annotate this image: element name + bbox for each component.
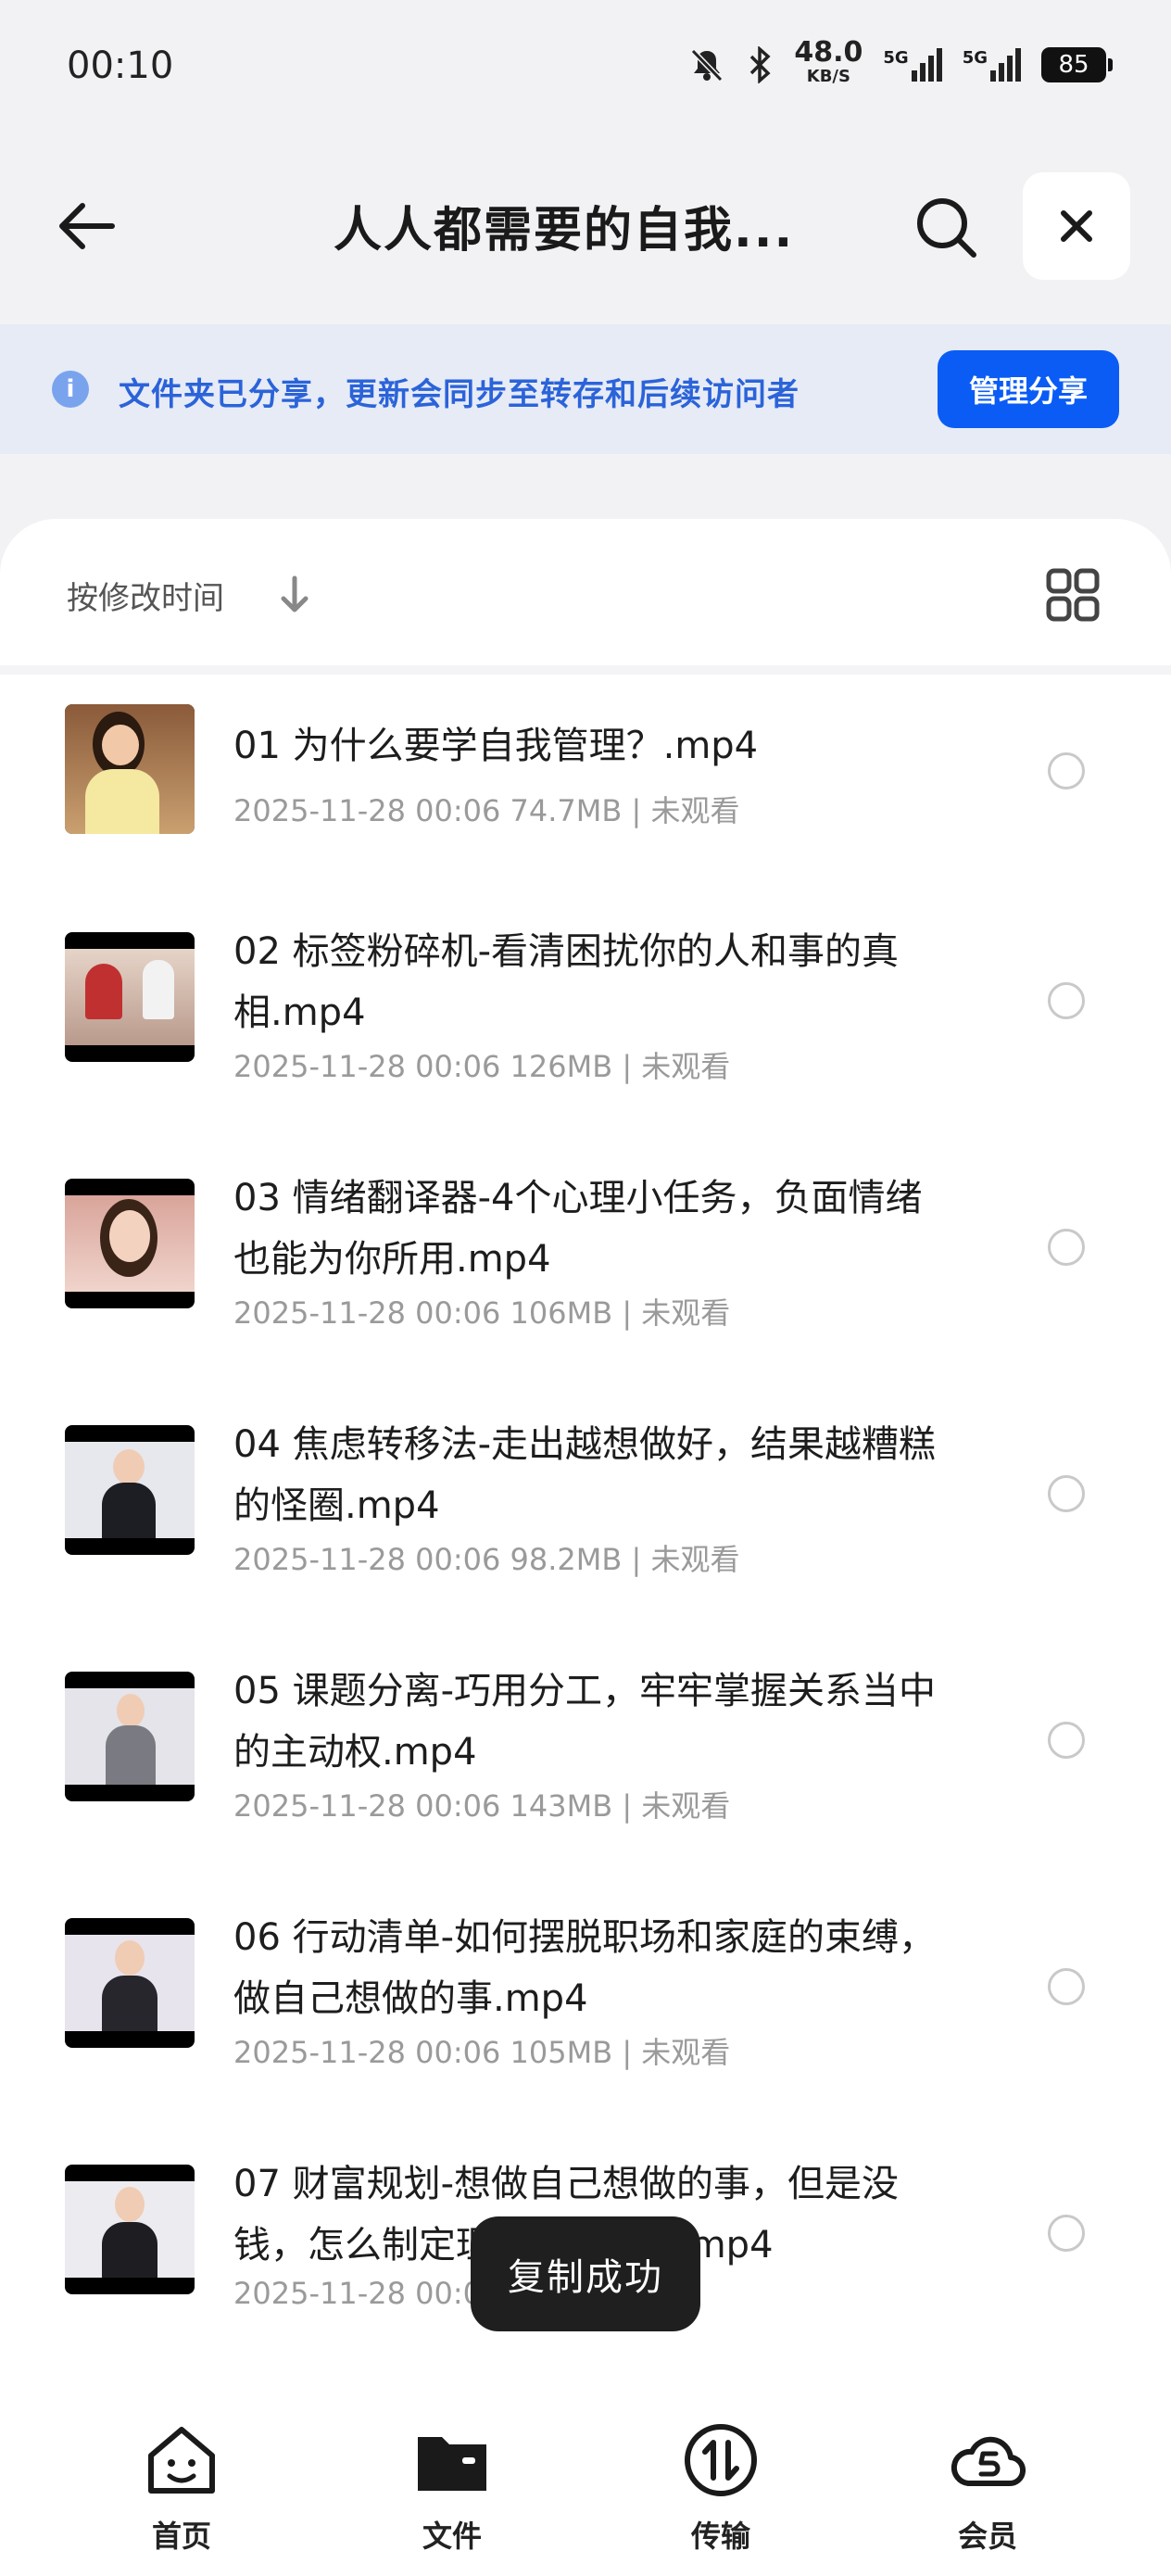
video-thumbnail [65, 1425, 195, 1555]
file-meta: 2025-11-28 00:06 106MB | 未观看 [233, 1295, 731, 1331]
mute-bell-icon [691, 48, 724, 82]
file-name: 02 标签粉碎机-看清困扰你的人和事的真相.mp4 [233, 930, 900, 1034]
select-checkbox[interactable] [1048, 1968, 1085, 2005]
home-face-icon [148, 2427, 215, 2494]
transfer-icon [685, 2424, 757, 2496]
nav-label: 文件 [422, 2519, 482, 2554]
net-speed: 48.0 KB/S [794, 36, 863, 87]
arrow-left-icon [59, 203, 115, 249]
nav-label: 首页 [151, 2519, 211, 2554]
file-name: 04 焦虑转移法-走出越想做好，结果越糟糕的怪圈.mp4 [233, 1423, 937, 1527]
select-checkbox[interactable] [1048, 1475, 1085, 1512]
nav-label: 会员 [957, 2519, 1017, 2554]
select-checkbox[interactable] [1048, 1229, 1085, 1266]
video-thumbnail [65, 1672, 195, 1801]
file-meta: 2025-11-28 00:06 74.7MB | 未观看 [233, 793, 740, 828]
file-row[interactable]: 04 焦虑转移法-走出越想做好，结果越糟糕的怪圈.mp4 2025-11-28 … [0, 1423, 1171, 1672]
nav-item-home[interactable]: 首页 [107, 2420, 256, 2559]
vip-cloud-icon [951, 2436, 1026, 2487]
file-row[interactable]: 01 为什么要学自我管理？.mp4 2025-11-28 00:06 74.7M… [0, 686, 1171, 932]
video-thumbnail [65, 1179, 195, 1308]
bluetooth-icon [750, 46, 771, 83]
file-meta: 2025-11-28 00:06 143MB | 未观看 [233, 1788, 731, 1824]
video-thumbnail [65, 932, 195, 1062]
grid-view-icon [1046, 568, 1100, 622]
nav-item-transfer[interactable]: 传输 [647, 2420, 795, 2559]
file-meta: 2025-11-28 00:06 98.2MB | 未观看 [233, 1542, 740, 1577]
battery-icon: 85 [1041, 47, 1113, 82]
search-button[interactable] [908, 189, 984, 265]
select-checkbox[interactable] [1048, 982, 1085, 1019]
nav-item-vip[interactable]: 会员 [913, 2420, 1062, 2559]
select-checkbox[interactable] [1048, 2215, 1085, 2252]
signal-icon: 5G [963, 48, 1021, 82]
signal-icon: 5G [883, 48, 942, 82]
close-icon [1061, 210, 1092, 242]
video-thumbnail [65, 704, 195, 834]
status-time: 00:10 [67, 44, 174, 87]
select-checkbox[interactable] [1048, 752, 1085, 789]
search-icon [917, 198, 976, 258]
arrow-down-icon [281, 575, 308, 612]
file-name: 03 情绪翻译器-4个心理小任务，负面情绪也能为你所用.mp4 [233, 1177, 923, 1281]
video-thumbnail [65, 1918, 195, 2048]
file-meta: 2025-11-28 00:06 105MB | 未观看 [233, 2035, 731, 2070]
select-checkbox[interactable] [1048, 1722, 1085, 1759]
info-icon: i [52, 371, 89, 408]
close-button[interactable] [1023, 172, 1130, 280]
page-title: 人人都需要的自我... [334, 203, 795, 259]
view-toggle-button[interactable] [1045, 567, 1101, 623]
file-row[interactable]: 05 课题分离-巧用分工，牢牢掌握关系当中的主动权.mp4 2025-11-28… [0, 1670, 1171, 1918]
toast-message: 复制成功 [471, 2216, 700, 2331]
file-name: 01 为什么要学自我管理？.mp4 [233, 725, 759, 767]
file-row[interactable]: 03 情绪翻译器-4个心理小任务，负面情绪也能为你所用.mp4 2025-11-… [0, 1177, 1171, 1425]
file-name: 06 行动清单-如何摆脱职场和家庭的束缚，做自己想做的事.mp4 [233, 1916, 937, 2020]
file-row[interactable]: 02 标签粉碎机-看清困扰你的人和事的真相.mp4 2025-11-28 00:… [0, 930, 1171, 1179]
sort-button[interactable]: 按修改时间 [67, 573, 224, 618]
video-thumbnail [65, 2165, 195, 2294]
divider [0, 665, 1171, 675]
file-meta: 2025-11-28 00:06 126MB | 未观看 [233, 1049, 731, 1084]
status-icons: 48.0 KB/S 5G 5G 85 [688, 36, 1113, 89]
manage-share-button[interactable]: 管理分享 [938, 350, 1119, 428]
folder-icon [418, 2437, 486, 2491]
back-button[interactable] [48, 189, 122, 263]
file-meta: 2025-11-28 00:06 [233, 2276, 501, 2311]
nav-label: 传输 [690, 2519, 750, 2554]
file-row[interactable]: 06 行动清单-如何摆脱职场和家庭的束缚，做自己想做的事.mp4 2025-11… [0, 1916, 1171, 2165]
nav-item-files[interactable]: 文件 [378, 2420, 526, 2559]
share-banner-text: 文件夹已分享，更新会同步至转存和后续访问者 [119, 376, 800, 413]
sort-direction-button[interactable] [276, 575, 313, 615]
file-name: 05 课题分离-巧用分工，牢牢掌握关系当中的主动权.mp4 [233, 1670, 937, 1774]
